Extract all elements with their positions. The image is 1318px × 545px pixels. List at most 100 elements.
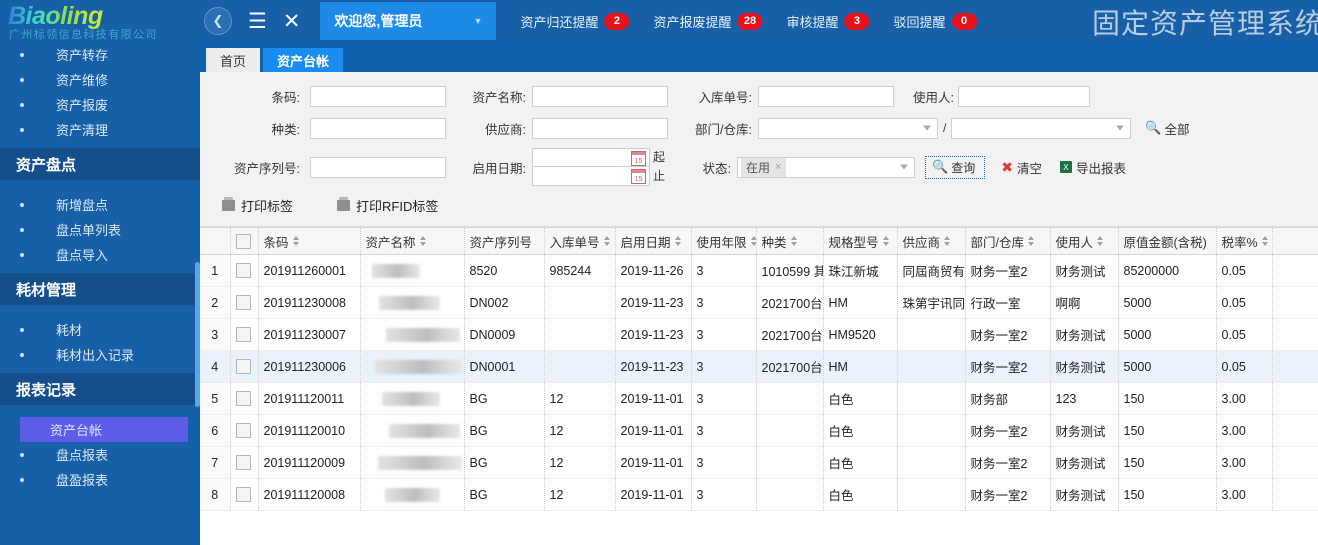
sort-arrows-icon[interactable] bbox=[944, 236, 950, 246]
sort-arrows-icon[interactable] bbox=[751, 236, 756, 246]
all-button[interactable]: 🔍 全部 bbox=[1145, 119, 1189, 138]
table-cell-check[interactable] bbox=[230, 479, 258, 511]
notification-audit[interactable]: 审核提醒 3 bbox=[786, 12, 869, 31]
row-checkbox[interactable] bbox=[236, 423, 251, 438]
table-header-supplier[interactable]: 供应商 bbox=[897, 228, 965, 255]
category-input[interactable] bbox=[310, 118, 446, 139]
asset-name-input[interactable] bbox=[532, 86, 668, 107]
table-cell-model: HM bbox=[823, 287, 897, 319]
enable-date-from-input[interactable]: 15 bbox=[532, 148, 650, 167]
table-header-dept[interactable]: 部门/仓库 bbox=[965, 228, 1050, 255]
supplier-input[interactable] bbox=[532, 118, 668, 139]
table-header-model[interactable]: 规格型号 bbox=[823, 228, 897, 255]
user-input[interactable] bbox=[958, 86, 1090, 107]
sort-arrows-icon[interactable] bbox=[1097, 236, 1103, 246]
sort-arrows-icon[interactable] bbox=[883, 236, 889, 246]
table-header-enable_date[interactable]: 启用日期 bbox=[615, 228, 691, 255]
sidebar-item[interactable]: 新增盘点 bbox=[0, 192, 200, 217]
table-cell-serial_no: DN0001 bbox=[464, 351, 544, 383]
row-checkbox[interactable] bbox=[236, 327, 251, 342]
notification-rejected[interactable]: 驳回提醒 0 bbox=[893, 12, 976, 31]
notification-asset-return[interactable]: 资产归还提醒 2 bbox=[520, 12, 629, 31]
table-cell-check[interactable] bbox=[230, 447, 258, 479]
table-row[interactable]: 120191126000185209852442019-11-263101059… bbox=[200, 255, 1318, 287]
sidebar-item[interactable]: 资产报废 bbox=[0, 92, 200, 117]
sidebar-item[interactable]: 盘点导入 bbox=[0, 242, 200, 267]
sort-arrows-icon[interactable] bbox=[1028, 236, 1034, 246]
table-header-stockin_no[interactable]: 入库单号 bbox=[544, 228, 615, 255]
sidebar-item[interactable]: 资产维修 bbox=[0, 67, 200, 92]
warehouse-select[interactable] bbox=[951, 118, 1131, 139]
dept-select[interactable] bbox=[758, 118, 938, 139]
hamburger-menu-icon[interactable]: ☰ bbox=[248, 11, 267, 32]
export-report-button[interactable]: X 导出报表 bbox=[1060, 158, 1126, 177]
sort-arrows-icon[interactable] bbox=[675, 236, 681, 246]
print-label-button[interactable]: 打印标签 bbox=[222, 196, 293, 215]
status-tag-remove-icon[interactable]: × bbox=[775, 161, 781, 173]
table-header-tax[interactable]: 税率% bbox=[1216, 228, 1272, 255]
status-select[interactable]: 在用 × bbox=[737, 157, 915, 178]
table-row[interactable]: 4201911230006DN00012019-11-2332021700台式H… bbox=[200, 351, 1318, 383]
row-checkbox[interactable] bbox=[236, 487, 251, 502]
table-row[interactable]: 5201911120011BG122019-11-013白色财务部1231503… bbox=[200, 383, 1318, 415]
table-header-barcode[interactable]: 条码 bbox=[258, 228, 360, 255]
table-header-user[interactable]: 使用人 bbox=[1050, 228, 1118, 255]
table-cell-check[interactable] bbox=[230, 319, 258, 351]
sidebar-item[interactable]: 资产清理 bbox=[0, 117, 200, 142]
row-checkbox[interactable] bbox=[236, 263, 251, 278]
table-row[interactable]: 3201911230007DN00092019-11-2332021700台式H… bbox=[200, 319, 1318, 351]
sidebar-item[interactable]: 资产转存 bbox=[0, 42, 200, 67]
table-cell-check[interactable] bbox=[230, 351, 258, 383]
print-rfid-label-button[interactable]: 打印RFID标签 bbox=[337, 196, 438, 215]
row-checkbox[interactable] bbox=[236, 295, 251, 310]
row-checkbox[interactable] bbox=[236, 455, 251, 470]
sidebar-group-header[interactable]: 报表记录 bbox=[0, 373, 200, 405]
table-cell-check[interactable] bbox=[230, 383, 258, 415]
user-welcome-dropdown[interactable]: 欢迎您,管理员 ▼ bbox=[320, 2, 496, 40]
sort-arrows-icon[interactable] bbox=[420, 236, 426, 246]
enable-date-to-input[interactable]: 15 bbox=[532, 167, 650, 186]
row-checkbox[interactable] bbox=[236, 391, 251, 406]
sidebar-item[interactable]: 耗材出入记录 bbox=[0, 342, 200, 367]
tab-home[interactable]: 首页 bbox=[206, 48, 260, 72]
table-cell-check[interactable] bbox=[230, 255, 258, 287]
sidebar-item[interactable]: 盘盈报表 bbox=[0, 467, 200, 492]
table-row[interactable]: 7201911120009BG122019-11-013白色财务一室2财务测试1… bbox=[200, 447, 1318, 479]
table-header-category[interactable]: 种类 bbox=[756, 228, 823, 255]
calendar-icon[interactable]: 15 bbox=[631, 151, 646, 166]
sidebar-item[interactable]: 盘点单列表 bbox=[0, 217, 200, 242]
notification-asset-scrap[interactable]: 资产报废提醒 28 bbox=[653, 12, 762, 31]
table-header-life_years[interactable]: 使用年限 bbox=[691, 228, 756, 255]
table-cell-supplier bbox=[897, 383, 965, 415]
table-row[interactable]: 8201911120008BG122019-11-013白色财务一室2财务测试1… bbox=[200, 479, 1318, 511]
sidebar-group-header[interactable]: 资产盘点 bbox=[0, 148, 200, 180]
sidebar-group-header[interactable]: 耗材管理 bbox=[0, 273, 200, 305]
table-header-asset_name[interactable]: 资产名称 bbox=[360, 228, 464, 255]
serial-no-input[interactable] bbox=[310, 157, 446, 178]
sort-arrows-icon[interactable] bbox=[791, 236, 797, 246]
sort-arrows-icon[interactable] bbox=[604, 236, 610, 246]
sidebar-item[interactable]: 盘点报表 bbox=[0, 442, 200, 467]
select-all-checkbox[interactable] bbox=[236, 234, 251, 249]
notification-label: 驳回提醒 bbox=[893, 12, 945, 31]
sort-arrows-icon[interactable] bbox=[293, 236, 299, 246]
barcode-input[interactable] bbox=[310, 86, 446, 107]
sidebar-collapse-button[interactable]: ❮ bbox=[204, 7, 232, 35]
close-icon[interactable]: ✕ bbox=[283, 11, 301, 32]
table-cell-check[interactable] bbox=[230, 287, 258, 319]
sort-arrows-icon[interactable] bbox=[1262, 236, 1268, 246]
table-header-amount: 原值金额(含税) bbox=[1118, 228, 1216, 255]
row-checkbox[interactable] bbox=[236, 359, 251, 374]
sidebar-item[interactable]: 资产台帐 bbox=[0, 417, 200, 442]
stockin-no-input[interactable] bbox=[758, 86, 894, 107]
calendar-icon[interactable]: 15 bbox=[631, 169, 646, 184]
clear-button[interactable]: ✖ 清空 bbox=[1001, 158, 1042, 177]
table-cell-check[interactable] bbox=[230, 415, 258, 447]
sidebar-item[interactable]: 耗材 bbox=[0, 317, 200, 342]
table-row[interactable]: 6201911120010BG122019-11-013白色财务一室2财务测试1… bbox=[200, 415, 1318, 447]
status-tag[interactable]: 在用 × bbox=[741, 158, 786, 177]
query-button[interactable]: 🔍 查询 bbox=[925, 156, 985, 179]
table-row[interactable]: 2201911230008DN0022019-11-2332021700台式HM… bbox=[200, 287, 1318, 319]
tab-asset-ledger[interactable]: 资产台帐 bbox=[263, 48, 343, 72]
date-from-suffix: 起 bbox=[653, 148, 665, 167]
